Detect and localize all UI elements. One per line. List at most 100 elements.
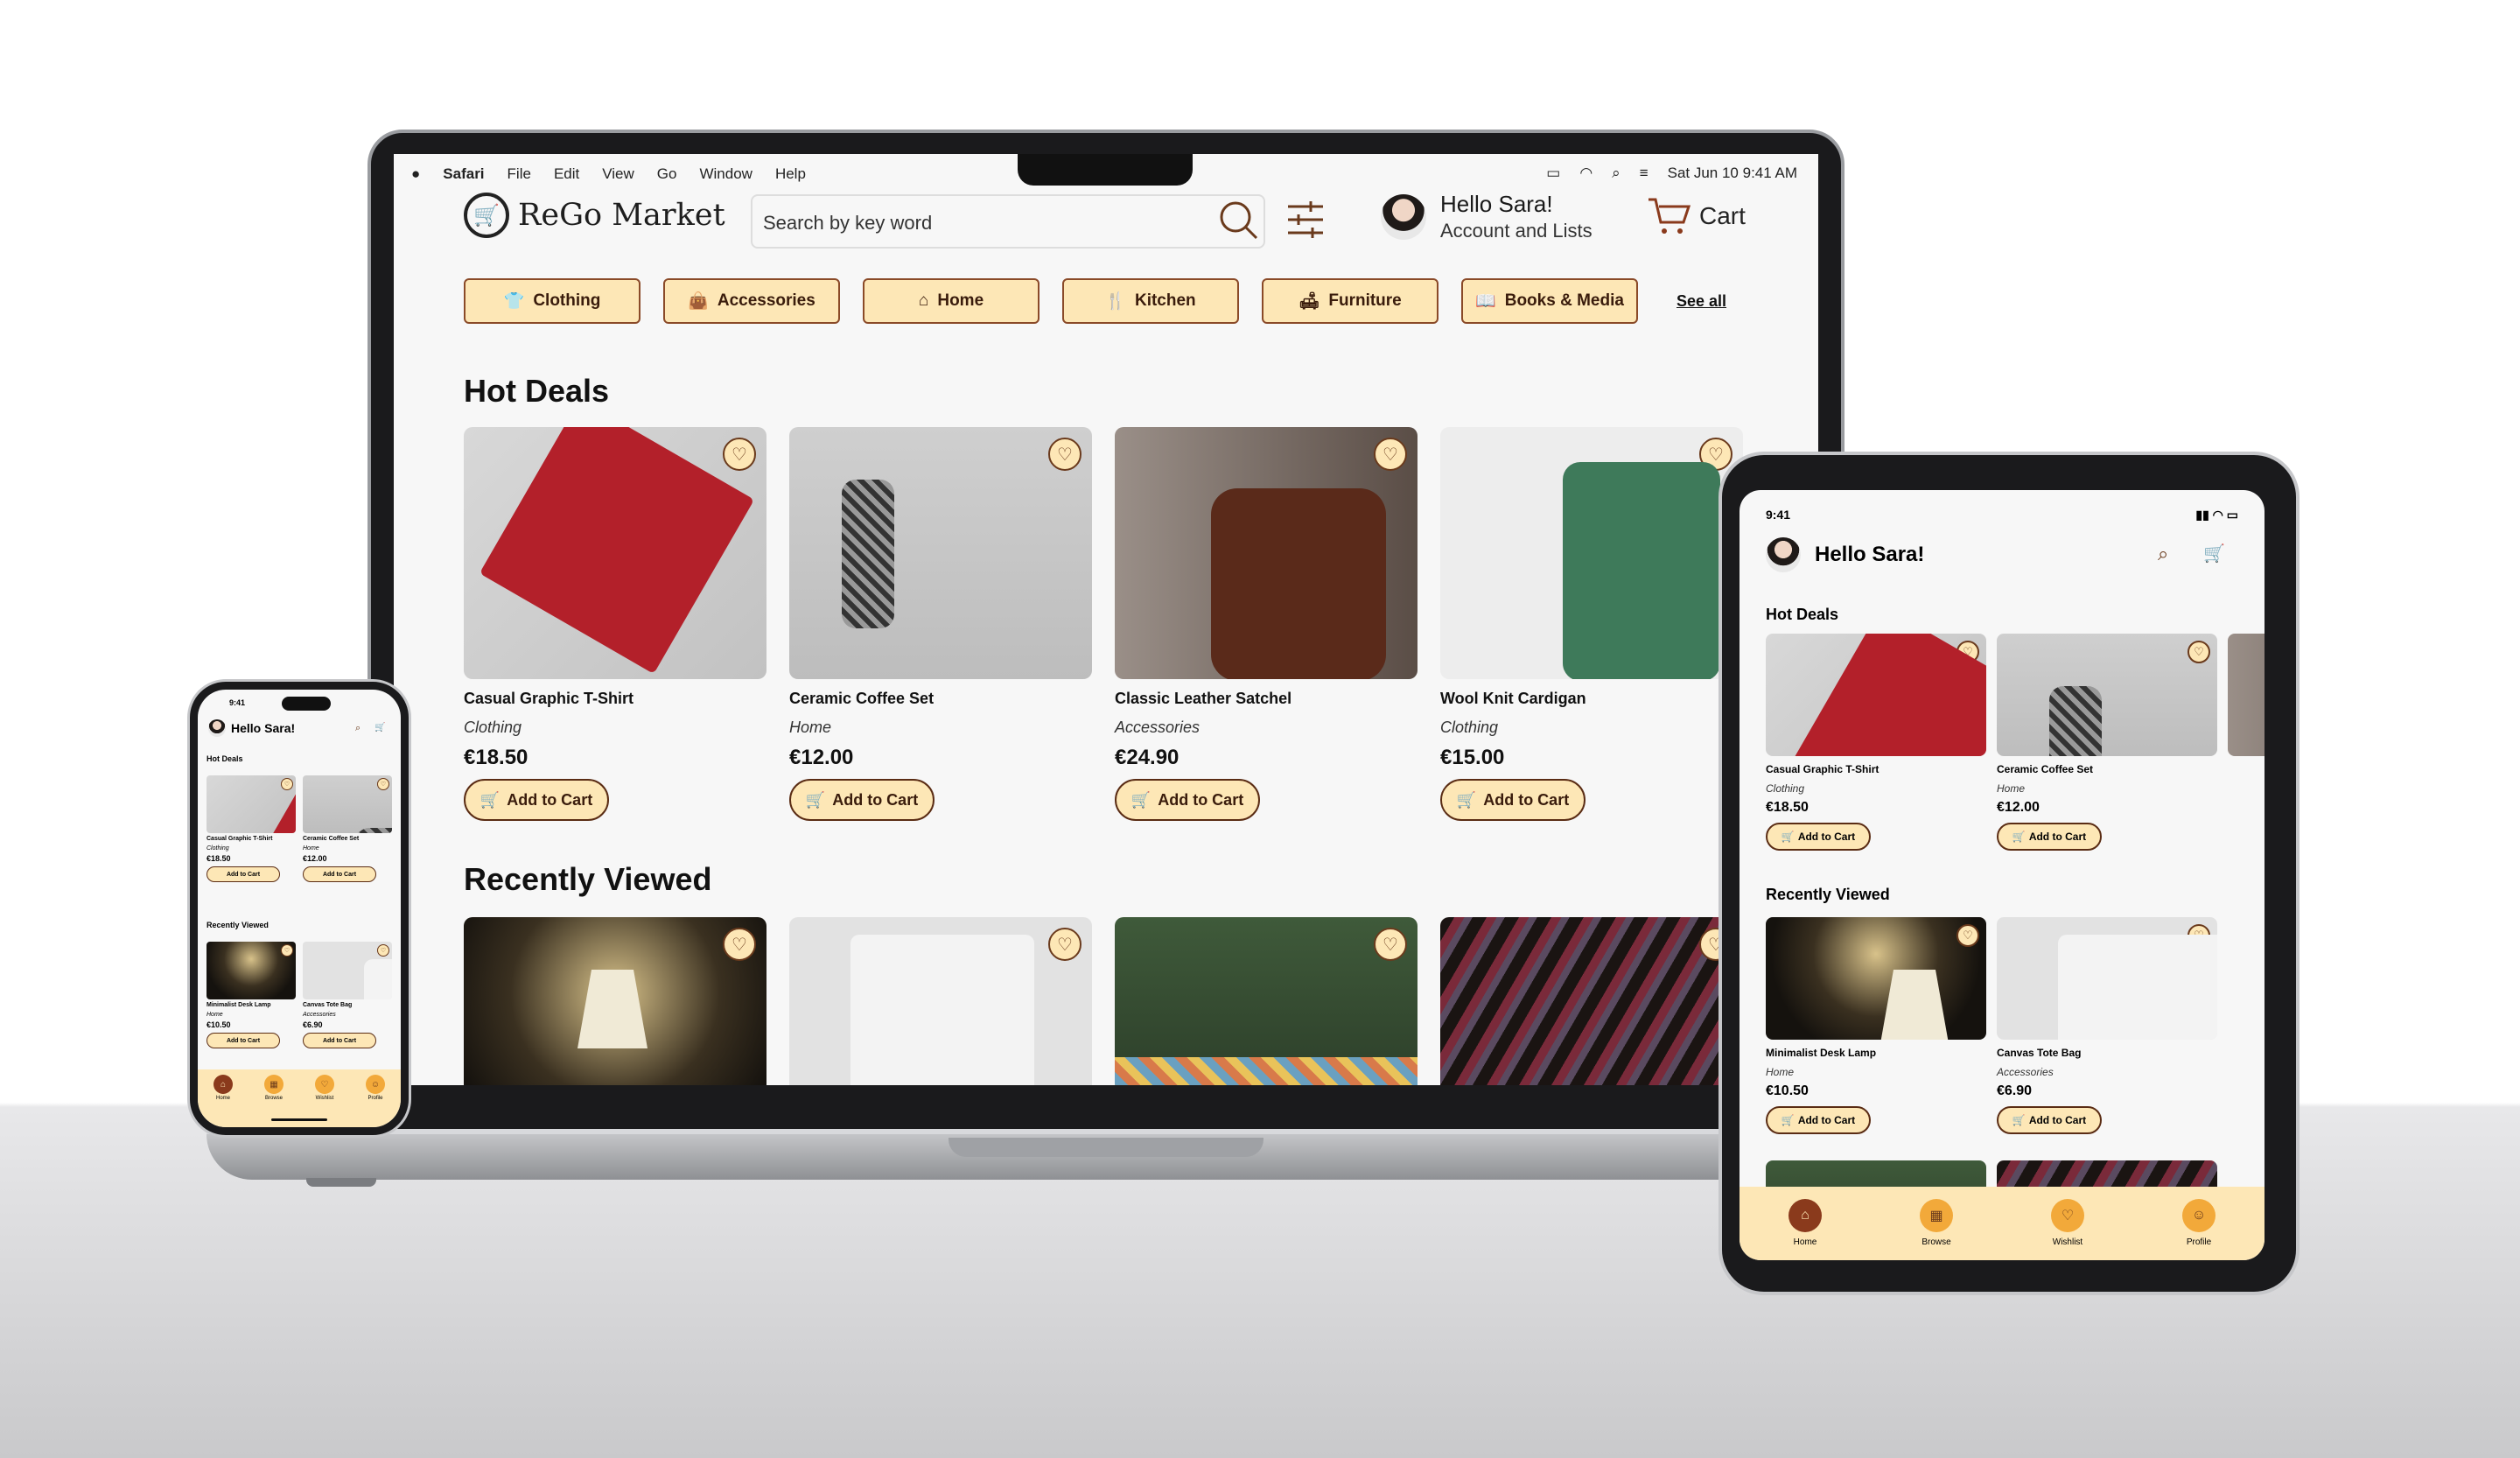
product-image[interactable]: ♡	[1766, 917, 1986, 1040]
product-image[interactable]: ♡	[1766, 634, 1986, 756]
product-image[interactable]: ♡	[789, 427, 1092, 679]
product-image[interactable]: ♡	[1440, 427, 1743, 679]
product-image[interactable]: ♡	[206, 942, 296, 999]
add-to-cart-button[interactable]: 🛒 Add to Cart	[1440, 779, 1586, 821]
search-icon[interactable]	[1216, 198, 1260, 242]
product-image[interactable]: ♡	[206, 775, 296, 833]
hot-deals-title: Hot Deals	[206, 754, 243, 763]
tab-wishlist[interactable]: ♡ Wishlist	[2051, 1199, 2084, 1260]
heart-icon[interactable]: ♡	[377, 944, 389, 957]
add-to-cart-button[interactable]: Add to Cart	[303, 866, 376, 882]
cart-button[interactable]: Cart	[1647, 196, 1746, 236]
avatar[interactable]	[208, 719, 226, 737]
product-card[interactable]: ♡ Canvas Tote Bag Accessories €6.90 🛒 Add…	[1997, 917, 2217, 1134]
product-image[interactable]: ♡	[1115, 917, 1418, 1085]
heart-icon[interactable]: ♡	[1048, 438, 1082, 471]
product-card[interactable]: ♡ Classic Leather Satchel Accessories €2…	[1115, 427, 1418, 821]
add-to-cart-button[interactable]: 🛒 Add to Cart	[464, 779, 609, 821]
add-to-cart-button[interactable]: 🛒 Add to Cart	[1997, 1106, 2102, 1134]
product-image[interactable]: ♡	[1440, 917, 1743, 1085]
tab-home[interactable]: ⌂ Home	[1788, 1199, 1822, 1260]
menu-file[interactable]: File	[508, 165, 531, 183]
tab-browse[interactable]: ▦ Browse	[1920, 1199, 1953, 1260]
product-card[interactable]: ♡ Canvas Tote Bag Accessories €6.90 Add …	[303, 942, 392, 1048]
add-to-cart-button[interactable]: 🛒 Add to Cart	[1766, 823, 1871, 851]
tab-home[interactable]: ⌂ Home	[214, 1075, 233, 1127]
filter-icon[interactable]	[1284, 198, 1328, 242]
add-to-cart-button[interactable]: 🛒 Add to Cart	[1997, 823, 2102, 851]
product-card[interactable]: ♡ Casual Graphic T-Shirt Clothing €18.50…	[206, 775, 296, 882]
product-card[interactable]: ♡ Ceramic Coffee Set Home €12.00 Add to …	[303, 775, 392, 882]
control-center-icon[interactable]: ≡	[1640, 165, 1648, 182]
heart-icon[interactable]: ♡	[1956, 641, 1979, 663]
see-all-link[interactable]: See all	[1676, 292, 1726, 311]
product-image[interactable]: ♡	[1115, 427, 1418, 679]
product-image[interactable]: ♡	[1997, 634, 2217, 756]
heart-icon[interactable]: ♡	[1956, 924, 1979, 947]
menubar-datetime[interactable]: Sat Jun 10 9:41 AM	[1668, 165, 1797, 182]
heart-icon[interactable]: ♡	[1699, 438, 1732, 471]
heart-icon[interactable]: ♡	[723, 928, 756, 961]
category-accessories[interactable]: 👜 Accessories	[663, 278, 840, 324]
product-image[interactable]: ♡	[303, 775, 392, 833]
home-indicator[interactable]	[271, 1118, 327, 1121]
cart-icon[interactable]: 🛒	[2203, 543, 2225, 564]
cart-icon[interactable]: 🛒	[374, 723, 385, 733]
spotlight-icon[interactable]: ⌕	[1612, 165, 1620, 182]
heart-icon[interactable]: ♡	[2188, 641, 2210, 663]
product-card[interactable]: ♡ Wool Knit Cardigan Clothing €15.00 🛒 Ad…	[1440, 427, 1743, 821]
heart-icon[interactable]: ♡	[1048, 928, 1082, 961]
menu-window[interactable]: Window	[699, 165, 752, 183]
product-image[interactable]: ♡	[303, 942, 392, 999]
category-books-media[interactable]: 📖 Books & Media	[1461, 278, 1638, 324]
heart-icon[interactable]: ♡	[1374, 438, 1407, 471]
search-icon[interactable]: ⌕	[355, 723, 360, 734]
menu-view[interactable]: View	[602, 165, 634, 183]
category-label: Clothing	[533, 291, 601, 310]
heart-icon[interactable]: ♡	[1374, 928, 1407, 961]
search-input[interactable]: Search by key word	[751, 194, 1265, 249]
add-to-cart-button[interactable]: 🛒 Add to Cart	[1115, 779, 1260, 821]
menu-go[interactable]: Go	[657, 165, 677, 183]
add-to-cart-button[interactable]: Add to Cart	[303, 1033, 376, 1048]
heart-icon[interactable]: ♡	[377, 778, 389, 790]
product-image[interactable]: ♡	[464, 917, 766, 1085]
logo[interactable]: 🛒 ReGo Market	[464, 193, 725, 238]
heart-icon[interactable]: ♡	[281, 944, 293, 957]
tab-profile[interactable]: ☺ Profile	[366, 1075, 385, 1127]
category-home[interactable]: ⌂ Home	[863, 278, 1040, 324]
product-card[interactable]	[2228, 634, 2264, 851]
product-image[interactable]	[2228, 634, 2264, 756]
product-card[interactable]: ♡ Casual Graphic T-Shirt Clothing €18.50…	[464, 427, 766, 821]
menu-edit[interactable]: Edit	[554, 165, 579, 183]
product-image[interactable]: ♡	[1997, 917, 2217, 1040]
greeting: Hello Sara!	[1815, 543, 1925, 566]
category-kitchen[interactable]: 🍴 Kitchen	[1062, 278, 1239, 324]
heart-icon[interactable]: ♡	[281, 778, 293, 790]
heart-icon[interactable]: ♡	[2188, 924, 2210, 947]
search-icon[interactable]: ⌕	[2158, 543, 2168, 565]
menu-help[interactable]: Help	[775, 165, 806, 183]
battery-icon[interactable]: ▭	[1546, 165, 1560, 182]
product-image[interactable]: ♡	[464, 427, 766, 679]
avatar[interactable]	[1766, 537, 1801, 572]
apple-icon[interactable]: ●	[411, 165, 420, 183]
wifi-icon[interactable]: ◠	[1579, 165, 1592, 182]
product-card[interactable]: ♡ Ceramic Coffee Set Home €12.00 🛒 Add to…	[1997, 634, 2217, 851]
menu-safari[interactable]: Safari	[443, 165, 484, 183]
add-to-cart-button[interactable]: 🛒 Add to Cart	[789, 779, 934, 821]
product-image[interactable]: ♡	[789, 917, 1092, 1085]
account-menu[interactable]: Hello Sara! Account and Lists	[1381, 191, 1592, 242]
heart-icon[interactable]: ♡	[723, 438, 756, 471]
add-to-cart-button[interactable]: Add to Cart	[206, 866, 280, 882]
category-clothing[interactable]: 👕 Clothing	[464, 278, 640, 324]
product-card[interactable]: ♡ Minimalist Desk Lamp Home €10.50 Add t…	[206, 942, 296, 1048]
product-card[interactable]: ♡ Casual Graphic T-Shirt Clothing €18.50…	[1766, 634, 1986, 851]
product-card[interactable]: ♡ Minimalist Desk Lamp Home €10.50 🛒 Add …	[1766, 917, 1986, 1134]
add-to-cart-button[interactable]: 🛒 Add to Cart	[1766, 1106, 1871, 1134]
product-card[interactable]: ♡ Ceramic Coffee Set Home €12.00 🛒 Add to…	[789, 427, 1092, 821]
category-furniture[interactable]: 🛋 Furniture	[1262, 278, 1438, 324]
tab-profile[interactable]: ☺ Profile	[2182, 1199, 2216, 1260]
add-to-cart-label: Add to Cart	[1158, 790, 1244, 809]
add-to-cart-button[interactable]: Add to Cart	[206, 1033, 280, 1048]
